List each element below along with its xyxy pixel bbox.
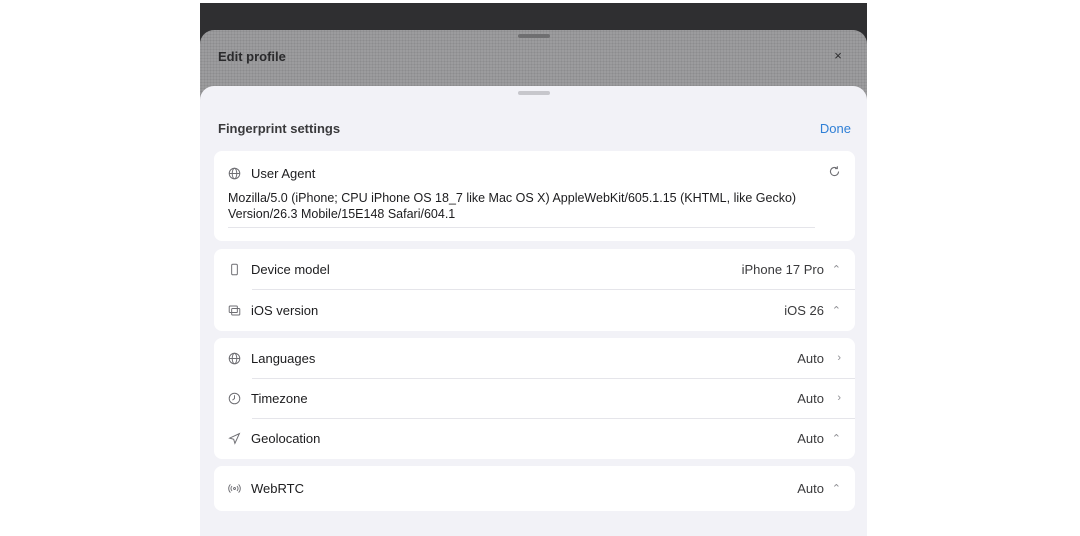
webrtc-row[interactable]: WebRTC Auto ⌃ (214, 468, 855, 508)
clock-icon (228, 392, 241, 405)
location-arrow-icon (228, 432, 241, 445)
device-model-label: Device model (251, 261, 330, 277)
device-group: Device model iPhone 17 Pro ⌃ iOS version… (214, 249, 855, 331)
geolocation-row[interactable]: Geolocation Auto ⌃ (214, 418, 855, 458)
languages-label: Languages (251, 350, 316, 366)
device-model-row[interactable]: Device model iPhone 17 Pro ⌃ (214, 249, 855, 289)
phone-icon (228, 263, 241, 276)
ios-version-label: iOS version (251, 302, 319, 318)
ios-version-value: iOS 26 (784, 302, 824, 318)
timezone-value: Auto (797, 390, 824, 406)
languages-row[interactable]: Languages Auto › (214, 338, 855, 378)
done-button[interactable]: Done (820, 121, 851, 136)
updown-icon: ⌃ (831, 482, 841, 495)
user-agent-card: User Agent Mozilla/5.0 (iPhone; CPU iPho… (214, 151, 855, 241)
chevron-right-icon: › (837, 392, 841, 404)
timezone-row[interactable]: Timezone Auto › (214, 378, 855, 418)
languages-value: Auto (797, 350, 824, 366)
close-button[interactable]: × (829, 46, 847, 64)
webrtc-label: WebRTC (251, 480, 304, 496)
user-agent-header: User Agent (228, 164, 841, 182)
user-agent-field[interactable]: Mozilla/5.0 (iPhone; CPU iPhone OS 18_7 … (228, 190, 815, 228)
ios-version-row[interactable]: iOS version iOS 26 ⌃ (214, 290, 855, 330)
sheet-header: Fingerprint settings Done (218, 118, 851, 138)
globe-icon (228, 352, 241, 365)
webrtc-value: Auto (797, 480, 824, 496)
globe-icon (228, 167, 241, 180)
sheet-title: Fingerprint settings (218, 120, 341, 136)
antenna-icon (228, 482, 241, 495)
back-sheet-grabber[interactable] (517, 34, 550, 38)
locale-group: Languages Auto › Timezone Auto › Geoloca… (214, 338, 855, 459)
geolocation-label: Geolocation (251, 430, 321, 446)
sheet-grabber[interactable] (517, 91, 550, 95)
timezone-label: Timezone (251, 390, 308, 406)
device-model-value: iPhone 17 Pro (741, 261, 824, 277)
webrtc-group: WebRTC Auto ⌃ (214, 466, 855, 511)
refresh-icon[interactable] (828, 165, 841, 181)
device-frame: Edit profile × Fingerprint settings Done… (200, 3, 867, 536)
updown-icon: ⌃ (831, 432, 841, 445)
geolocation-value: Auto (797, 430, 824, 446)
updown-icon: ⌃ (831, 304, 841, 317)
updown-icon: ⌃ (831, 263, 841, 276)
edit-profile-title: Edit profile (218, 49, 286, 64)
user-agent-label: User Agent (251, 165, 316, 181)
close-icon: × (834, 47, 842, 63)
chevron-right-icon: › (837, 352, 841, 364)
windows-icon (228, 304, 241, 317)
fingerprint-settings-sheet: Fingerprint settings Done User Agent Moz… (200, 86, 867, 536)
